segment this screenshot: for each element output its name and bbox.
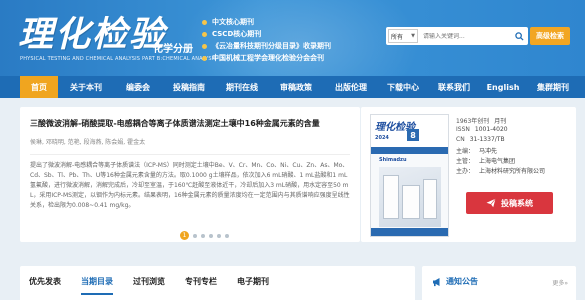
nav-item-ethics[interactable]: 出版伦理 bbox=[324, 76, 378, 98]
notice-panel: 通知公告 更多» bbox=[422, 266, 576, 300]
search-scope-select[interactable]: 所有 ▼ bbox=[388, 29, 418, 43]
logo-english: PHYSICAL TESTING AND CHEMICAL ANALYSIS P… bbox=[20, 56, 217, 62]
nav-item-submission-guide[interactable]: 投稿指南 bbox=[162, 76, 216, 98]
carousel-pagination: 1 bbox=[178, 231, 231, 240]
carousel-dot[interactable] bbox=[193, 233, 197, 238]
nav-item-editorial-board[interactable]: 编委会 bbox=[114, 76, 162, 98]
bullet-icon bbox=[202, 31, 207, 37]
journal-meta-row: 1963年创刊 月刊 bbox=[456, 118, 507, 125]
search-button[interactable] bbox=[512, 29, 526, 43]
journal-meta-row: ISSN 1001-4020 bbox=[456, 126, 508, 133]
advanced-search-button[interactable]: 高级检索 bbox=[530, 27, 570, 45]
nav-item-contact[interactable]: 联系我们 bbox=[428, 76, 480, 98]
journal-meta-row: 主编： 马冲先 bbox=[456, 148, 498, 155]
nav-item-home[interactable]: 首页 bbox=[20, 76, 58, 98]
index-item: CSCD核心期刊 bbox=[202, 28, 392, 40]
tab-priority-publication[interactable]: 优先发表 bbox=[29, 266, 61, 300]
tab-current-issue[interactable]: 当期目录 bbox=[81, 266, 113, 300]
paper-plane-icon bbox=[486, 198, 496, 208]
nav-item-english[interactable]: English bbox=[480, 76, 526, 98]
journal-info-card: 理化检验 2024 8 Shimadzu 1963年创刊 月刊 ISSN 1001-… bbox=[361, 107, 576, 242]
index-item: 中国机械工程学会理化检验分会会刊 bbox=[202, 52, 392, 64]
submission-system-button[interactable]: 投稿系统 bbox=[466, 192, 553, 214]
search-icon bbox=[514, 31, 524, 41]
index-item: 《云冶量科技期刊分级目录》收录期刊 bbox=[202, 40, 392, 52]
bullet-icon bbox=[202, 43, 207, 49]
cover-year: 2024 bbox=[375, 135, 389, 141]
logo-subtitle: 化学分册 bbox=[153, 44, 193, 55]
carousel-dot[interactable] bbox=[225, 233, 229, 238]
chevron-down-icon: ▼ bbox=[411, 33, 415, 39]
nav-item-online-issues[interactable]: 期刊在线 bbox=[216, 76, 268, 98]
featured-article-card: 三酸微波消解-硝酸提取-电感耦合等离子体质谱法测定土壤中16种金属元素的含量 侯… bbox=[20, 107, 360, 242]
divider bbox=[30, 154, 350, 155]
index-item: 中文核心期刊 bbox=[202, 16, 392, 28]
notice-more-link[interactable]: 更多» bbox=[552, 278, 568, 287]
content-tabs: 优先发表 当期目录 过刊浏览 专刊专栏 电子期刊 bbox=[20, 266, 415, 300]
instrument-illustration bbox=[379, 167, 441, 227]
article-title[interactable]: 三酸微波消解-硝酸提取-电感耦合等离子体质谱法测定土壤中16种金属元素的含量 bbox=[30, 118, 320, 129]
index-list: 中文核心期刊 CSCD核心期刊 《云冶量科技期刊分级目录》收录期刊 中国机械工程… bbox=[202, 16, 392, 64]
journal-meta-row: 主办： 上海材料研究所有限公司 bbox=[456, 168, 546, 175]
journal-cover-image[interactable]: 理化检验 2024 8 Shimadzu bbox=[370, 114, 449, 237]
article-authors: 侯琳, 邓晓明, 范艳, 段海燕, 陈会娟, 霍金太 bbox=[30, 139, 146, 146]
megaphone-icon bbox=[433, 277, 440, 286]
journal-meta-row: 主管： 上海电气集团 bbox=[456, 158, 516, 165]
search-box: 所有 ▼ bbox=[386, 27, 528, 45]
carousel-dot[interactable] bbox=[209, 233, 213, 238]
journal-metadata: 1963年创刊 月刊 ISSN 1001-4020 CN 31-1337/TB 主编：… bbox=[456, 116, 545, 176]
site-header: 理化检验 化学分册 PHYSICAL TESTING AND CHEMICAL … bbox=[0, 0, 585, 76]
tab-e-journal[interactable]: 电子期刊 bbox=[237, 266, 269, 300]
nav-item-downloads[interactable]: 下载中心 bbox=[378, 76, 428, 98]
tab-special-issues[interactable]: 专刊专栏 bbox=[185, 266, 217, 300]
carousel-dot-active[interactable]: 1 bbox=[180, 231, 189, 240]
article-abstract: 提出了微波消解-电感耦合等离子体质谱法（ICP-MS）同时测定土壤中Be、V、C… bbox=[30, 162, 350, 209]
tab-past-issues[interactable]: 过刊浏览 bbox=[133, 266, 165, 300]
bullet-icon bbox=[202, 55, 207, 61]
journal-logo[interactable]: 理化检验 bbox=[18, 6, 166, 57]
nav-item-journal-cluster[interactable]: 集群期刊 bbox=[526, 76, 580, 98]
cover-issue-number: 8 bbox=[407, 129, 419, 141]
nav-item-review-policy[interactable]: 审稿政策 bbox=[268, 76, 324, 98]
bullet-icon bbox=[202, 19, 207, 25]
search-input[interactable] bbox=[423, 32, 512, 40]
carousel-dot[interactable] bbox=[201, 233, 205, 238]
main-nav: 首页 关于本刊 编委会 投稿指南 期刊在线 审稿政策 出版伦理 下载中心 联系我… bbox=[0, 76, 585, 98]
cover-brand: Shimadzu bbox=[379, 157, 407, 163]
notice-title: 通知公告 bbox=[432, 276, 478, 287]
carousel-dot[interactable] bbox=[217, 233, 221, 238]
nav-item-about[interactable]: 关于本刊 bbox=[58, 76, 114, 98]
journal-meta-row: CN 31-1337/TB bbox=[456, 136, 505, 143]
